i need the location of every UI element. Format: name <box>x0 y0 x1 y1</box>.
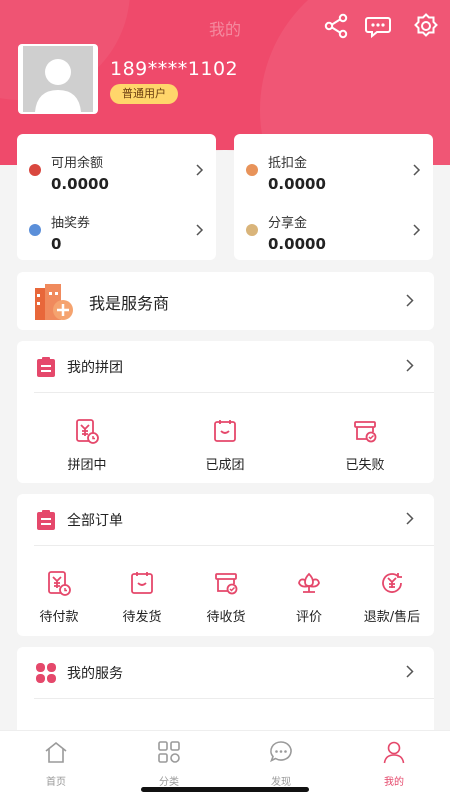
service-provider-card[interactable]: 我是服务商 <box>17 272 434 330</box>
share-money-value: 0.0000 <box>268 235 326 253</box>
share-icon[interactable] <box>322 12 350 40</box>
share-money-dot-icon <box>246 224 258 236</box>
share-money-item[interactable]: 分享金 0.0000 <box>234 202 433 253</box>
nav-mine-label: 我的 <box>384 777 404 788</box>
group-failed[interactable]: 已失败 <box>325 418 405 473</box>
group-buy-title: 我的拼团 <box>67 360 123 376</box>
nav-discover-label: 发现 <box>271 777 291 788</box>
clipboard-icon <box>37 357 55 377</box>
chevron-right-icon <box>406 294 414 307</box>
lottery-label: 抽奖券 <box>51 216 91 231</box>
balance-dot-icon <box>29 164 41 176</box>
divider <box>34 698 434 699</box>
nav-home[interactable]: 首页 <box>26 739 86 788</box>
group-failed-label: 已失败 <box>345 458 385 473</box>
order-pending-receipt[interactable]: 待收货 <box>186 570 266 625</box>
balance-item[interactable]: 可用余额 0.0000 <box>17 142 216 193</box>
yen-clock-icon <box>76 419 99 444</box>
order-pending-receipt-label: 待收货 <box>206 610 246 625</box>
category-icon <box>158 741 180 763</box>
chevron-right-icon <box>413 224 421 236</box>
order-review[interactable]: 评价 <box>269 570 349 625</box>
user-icon <box>383 741 405 764</box>
balance-label: 可用余额 <box>51 156 104 171</box>
services-card: 我的服务 <box>17 647 434 737</box>
settings-icon[interactable] <box>412 12 440 40</box>
chevron-right-icon <box>406 512 414 525</box>
chevron-right-icon <box>406 359 414 372</box>
bag-smile-icon <box>131 572 153 594</box>
divider <box>34 545 434 546</box>
services-header[interactable]: 我的服务 <box>17 647 434 697</box>
box-check-icon <box>354 421 377 443</box>
orders-title: 全部订单 <box>67 513 123 529</box>
discover-icon <box>270 741 292 763</box>
order-pending-shipment-label: 待发货 <box>122 610 162 625</box>
group-success-label: 已成团 <box>205 458 245 473</box>
services-title: 我的服务 <box>67 666 123 682</box>
deduction-value: 0.0000 <box>268 175 326 193</box>
wallet-card-right: 抵扣金 0.0000 分享金 0.0000 <box>234 134 433 260</box>
balance-value: 0.0000 <box>51 175 109 193</box>
deduction-label: 抵扣金 <box>268 156 308 171</box>
user-level-badge: 普通用户 <box>110 84 178 104</box>
chevron-right-icon <box>406 665 414 678</box>
chevron-right-icon <box>413 164 421 176</box>
message-icon[interactable] <box>364 12 392 40</box>
home-indicator <box>141 787 309 792</box>
service-provider-label: 我是服务商 <box>89 294 170 313</box>
divider <box>34 392 434 393</box>
chevron-right-icon <box>196 224 204 236</box>
group-in-progress[interactable]: 拼团中 <box>47 418 127 473</box>
group-buy-header[interactable]: 我的拼团 <box>17 341 434 391</box>
group-success[interactable]: 已成团 <box>185 418 265 473</box>
share-money-label: 分享金 <box>268 216 308 231</box>
order-pending-payment-label: 待付款 <box>39 610 79 625</box>
order-pending-payment[interactable]: 待付款 <box>19 570 99 625</box>
order-pending-shipment[interactable]: 待发货 <box>102 570 182 625</box>
nav-discover[interactable]: 发现 <box>251 739 311 788</box>
nav-category[interactable]: 分类 <box>139 739 199 788</box>
nav-category-label: 分类 <box>159 777 179 788</box>
order-refund-label: 退款/售后 <box>363 610 421 625</box>
chevron-right-icon <box>196 164 204 176</box>
avatar[interactable] <box>18 44 98 114</box>
orders-header[interactable]: 全部订单 <box>17 494 434 544</box>
clipboard-icon <box>37 510 55 530</box>
nav-mine[interactable]: 我的 <box>364 739 424 788</box>
user-phone: 189****1102 <box>110 58 239 80</box>
deduction-item[interactable]: 抵扣金 0.0000 <box>234 142 433 193</box>
lottery-ticket-item[interactable]: 抽奖券 0 <box>17 202 216 253</box>
refund-icon <box>382 573 402 593</box>
lottery-dot-icon <box>29 224 41 236</box>
order-refund[interactable]: 退款/售后 <box>352 570 432 625</box>
lottery-value: 0 <box>51 235 62 253</box>
home-icon <box>45 741 67 763</box>
flower-icon <box>298 572 320 593</box>
order-review-label: 评价 <box>295 610 322 625</box>
nav-home-label: 首页 <box>46 777 66 788</box>
building-plus-icon <box>35 284 73 320</box>
orders-card: 全部订单 待付款 待发货 待收货 评价 退款/售后 <box>17 494 434 636</box>
bag-smile-icon <box>214 420 236 442</box>
wallet-card-left: 可用余额 0.0000 抽奖券 0 <box>17 134 216 260</box>
clover-icon <box>36 663 56 683</box>
group-in-progress-label: 拼团中 <box>67 458 107 473</box>
yen-clock-icon <box>48 571 71 596</box>
deduction-dot-icon <box>246 164 258 176</box>
group-buy-card: 我的拼团 拼团中 已成团 已失败 <box>17 341 434 483</box>
box-check-icon <box>215 573 238 595</box>
